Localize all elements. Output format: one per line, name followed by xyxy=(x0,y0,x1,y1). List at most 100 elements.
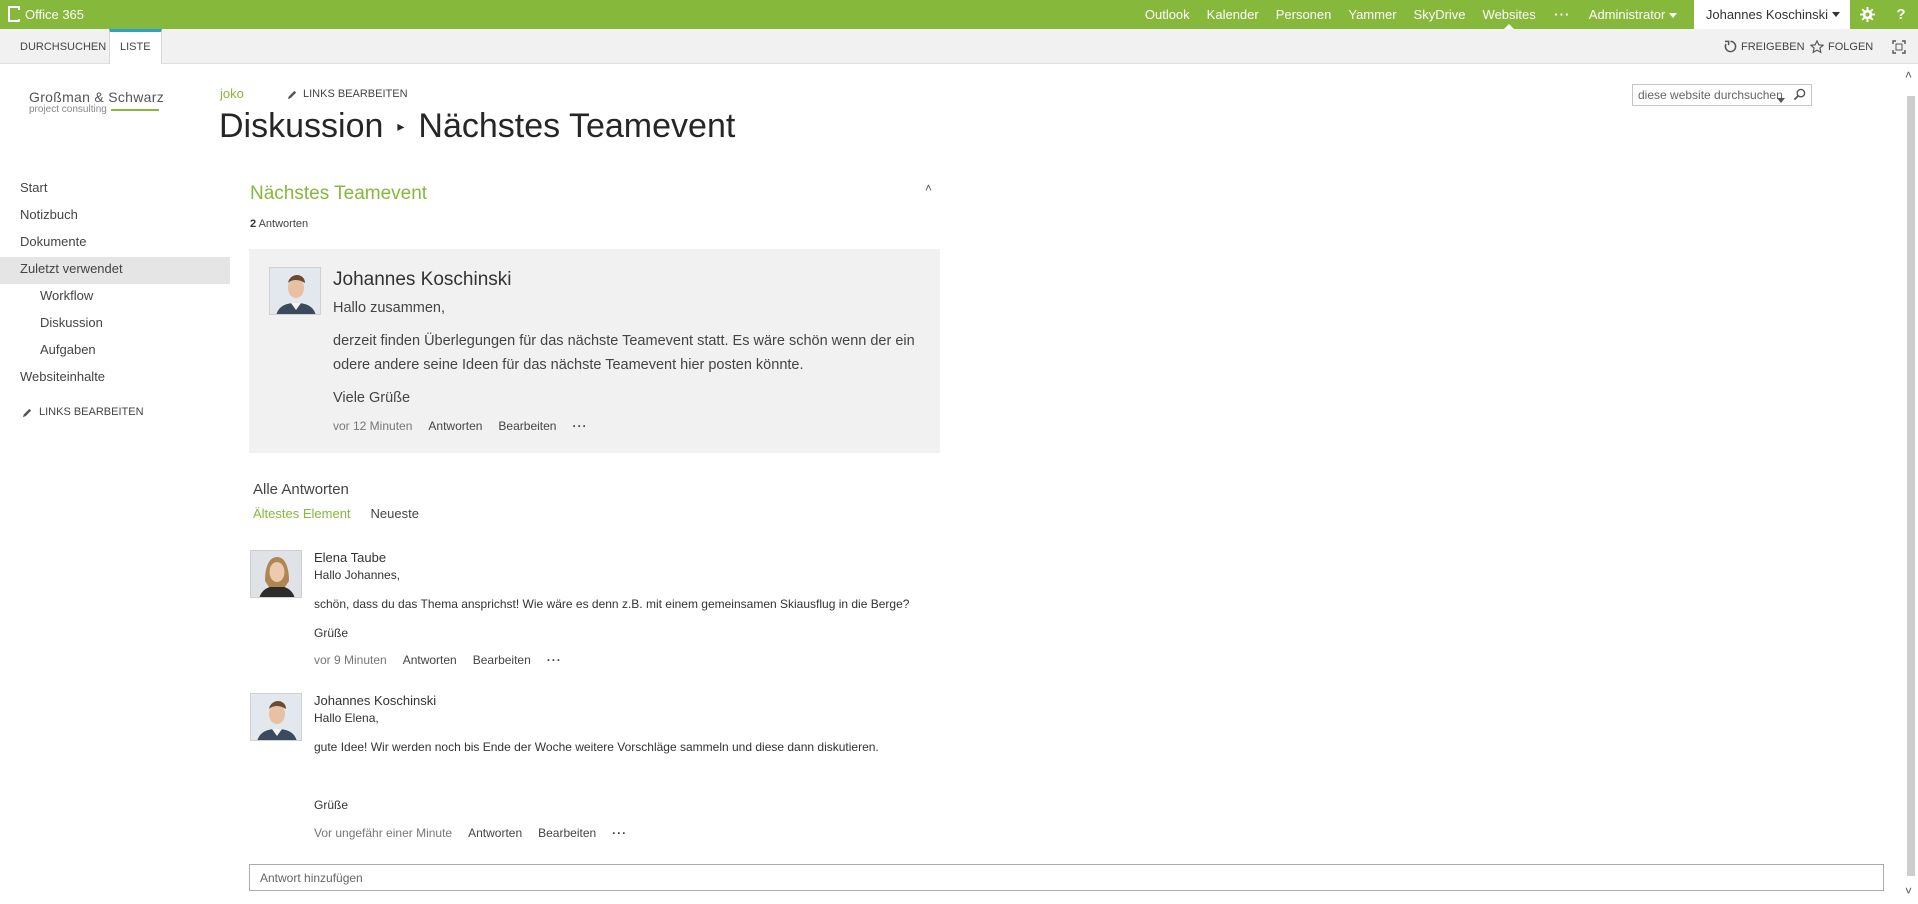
reply-item: Elena Taube Hallo Johannes, schön, dass … xyxy=(250,550,950,680)
person-photo-icon xyxy=(270,268,320,314)
pencil-icon xyxy=(287,90,297,99)
collapse-button[interactable]: ˄ xyxy=(925,181,932,195)
ribbon: DURCHSUCHEN LISTE FREIGEBEN FOLGEN xyxy=(0,29,1918,64)
post-greeting: Hallo zusammen, xyxy=(333,300,446,316)
nav-item-notizbuch[interactable]: Notizbuch xyxy=(0,203,230,230)
help-button[interactable]: ? xyxy=(1884,0,1918,29)
tab-liste[interactable]: LISTE xyxy=(109,29,162,64)
reply-greeting: Hallo Elena, xyxy=(314,711,379,725)
edit-button[interactable]: Bearbeiten xyxy=(538,826,596,840)
follow-button[interactable]: FOLGEN xyxy=(1810,29,1873,64)
logo-line1: Großman & Schwarz xyxy=(29,89,165,105)
nav-item-diskussion[interactable]: Diskussion xyxy=(0,311,230,338)
search-input[interactable]: diese website durchsuchen xyxy=(1638,88,1783,102)
avatar[interactable] xyxy=(269,267,321,315)
reply-time: Vor ungefähr einer Minute xyxy=(314,826,453,840)
scroll-up-icon[interactable]: ˄ xyxy=(1905,68,1912,82)
reply-author[interactable]: Johannes Koschinski xyxy=(314,693,436,708)
edit-links-nav-label: LINKS BEARBEITEN xyxy=(39,406,144,418)
more-options-button[interactable]: ··· xyxy=(572,419,587,433)
discussion-title: Nächstes Teamevent xyxy=(250,183,428,204)
main-post: Johannes Koschinski Hallo zusammen, derz… xyxy=(249,249,940,453)
post-time: vor 12 Minuten xyxy=(333,419,413,433)
reply-button[interactable]: Antworten xyxy=(468,826,522,840)
left-navigation: Start Notizbuch Dokumente Zuletzt verwen… xyxy=(0,176,230,418)
scrollbar-thumb[interactable] xyxy=(1907,96,1915,876)
page-title: Diskussion ▸ Nächstes Teamevent xyxy=(219,107,735,146)
focus-mode-button[interactable] xyxy=(1892,29,1906,64)
suite-bar: Office 365 Outlook Kalender Personen Yam… xyxy=(0,0,1918,29)
user-menu[interactable]: Johannes Koschinski xyxy=(1693,0,1850,29)
title-list-name[interactable]: Diskussion xyxy=(219,107,383,146)
reply-author[interactable]: Elena Taube xyxy=(314,550,386,565)
edit-button[interactable]: Bearbeiten xyxy=(498,419,556,433)
search-scope-dropdown[interactable] xyxy=(1773,93,1785,107)
nav-item-start[interactable]: Start xyxy=(0,176,230,203)
nav-item-zuletzt-verwendet[interactable]: Zuletzt verwendet xyxy=(0,257,230,284)
search-button[interactable] xyxy=(1793,88,1806,104)
post-author[interactable]: Johannes Koschinski xyxy=(333,269,512,291)
sort-options: Ältestes Element Neueste xyxy=(253,506,419,521)
settings-button[interactable] xyxy=(1850,0,1884,29)
share-label: FREIGEBEN xyxy=(1741,40,1805,53)
more-options-button[interactable]: ··· xyxy=(612,826,627,840)
sort-oldest-link[interactable]: Ältestes Element xyxy=(253,506,351,521)
gear-icon xyxy=(1859,7,1875,22)
nav-item-aufgaben[interactable]: Aufgaben xyxy=(0,338,230,365)
nav-item-websiteinhalte[interactable]: Websiteinhalte xyxy=(0,365,230,392)
reply-time: vor 9 Minuten xyxy=(314,653,387,667)
add-reply-input[interactable]: Antwort hinzufügen xyxy=(249,864,1884,891)
reply-closing: Grüße xyxy=(314,798,349,812)
office365-brand[interactable]: Office 365 xyxy=(8,6,84,22)
site-logo[interactable]: Großman & Schwarz project consulting xyxy=(29,89,194,115)
chevron-up-icon: ˄ xyxy=(925,181,933,195)
admin-label: Administrator xyxy=(1588,7,1666,22)
edit-button[interactable]: Bearbeiten xyxy=(473,653,531,667)
nav-skydrive[interactable]: SkyDrive xyxy=(1405,0,1474,29)
reply-button[interactable]: Antworten xyxy=(428,419,482,433)
sort-newest-link[interactable]: Neueste xyxy=(371,506,419,521)
brand-label: Office 365 xyxy=(25,6,85,22)
reply-button[interactable]: Antworten xyxy=(403,653,457,667)
reply-item: Johannes Koschinski Hallo Elena, gute Id… xyxy=(250,693,950,843)
follow-label: FOLGEN xyxy=(1828,40,1874,53)
scroll-down-icon[interactable]: ˅ xyxy=(1905,884,1912,898)
edit-links-top-button[interactable]: LINKS BEARBEITEN xyxy=(287,88,408,100)
tab-durchsuchen[interactable]: DURCHSUCHEN xyxy=(10,29,116,64)
vertical-scrollbar[interactable]: ˄ ˅ xyxy=(1904,64,1918,904)
post-closing: Viele Grüße xyxy=(333,390,411,406)
admin-menu[interactable]: Administrator xyxy=(1580,0,1686,29)
help-icon: ? xyxy=(1896,6,1906,23)
nav-kalender[interactable]: Kalender xyxy=(1198,0,1267,29)
search-box[interactable]: diese website durchsuchen xyxy=(1632,84,1812,106)
avatar[interactable] xyxy=(250,693,302,741)
more-options-button[interactable]: ··· xyxy=(547,653,562,667)
nav-websites[interactable]: Websites xyxy=(1474,0,1544,29)
user-name: Johannes Koschinski xyxy=(1705,7,1828,22)
star-icon xyxy=(1810,39,1824,53)
reply-count-label: Antworten xyxy=(258,218,309,230)
nav-yammer[interactable]: Yammer xyxy=(1340,0,1405,29)
logo-accent-bar xyxy=(110,108,159,111)
post-text: derzeit finden Überlegungen für das näch… xyxy=(333,333,915,373)
nav-item-dokumente[interactable]: Dokumente xyxy=(0,230,230,257)
fullscreen-icon xyxy=(1892,39,1906,54)
office-logo-icon xyxy=(8,6,20,22)
reply-count-number: 2 xyxy=(250,218,257,230)
reply-actions: vor 9 Minuten Antworten Bearbeiten ··· xyxy=(314,653,562,667)
edit-links-nav-button[interactable]: LINKS BEARBEITEN xyxy=(0,406,230,418)
search-icon xyxy=(1793,88,1806,101)
breadcrumb-user[interactable]: joko xyxy=(220,86,244,101)
nav-item-workflow[interactable]: Workflow xyxy=(0,284,230,311)
post-body: Hallo zusammen, derzeit finden Überlegun… xyxy=(333,296,923,419)
nav-personen[interactable]: Personen xyxy=(1267,0,1340,29)
chevron-down-icon xyxy=(1777,98,1785,104)
nav-more-button[interactable]: ··· xyxy=(1544,0,1580,29)
share-button[interactable]: FREIGEBEN xyxy=(1724,29,1805,64)
edit-links-top-label: LINKS BEARBEITEN xyxy=(303,88,408,100)
nav-outlook[interactable]: Outlook xyxy=(1136,0,1198,29)
reply-greeting: Hallo Johannes, xyxy=(314,568,401,582)
share-icon xyxy=(1724,40,1737,53)
avatar[interactable] xyxy=(250,550,302,598)
chevron-down-icon xyxy=(1669,13,1678,19)
